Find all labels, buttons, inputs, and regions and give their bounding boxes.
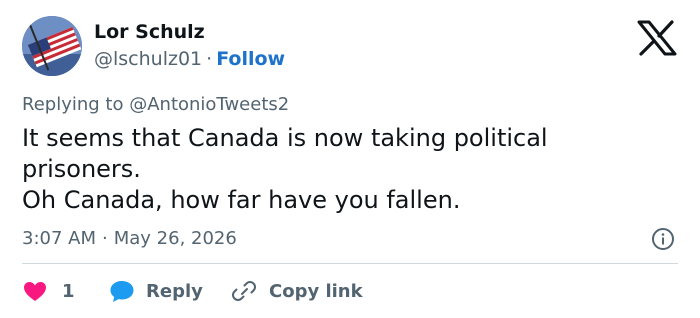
link-icon: [232, 281, 256, 301]
tweet-line: prisoners.: [22, 155, 141, 183]
reply-prefix: Replying to: [22, 94, 124, 115]
author-handle-row: @lschulz01 · Follow: [94, 48, 285, 70]
tweet-line: It seems that Canada is now taking polit…: [22, 124, 548, 152]
reply-label: Reply: [146, 280, 203, 302]
meta-separator: ·: [102, 228, 108, 249]
avatar[interactable]: [22, 16, 82, 76]
author-name[interactable]: Lor Schulz: [94, 21, 205, 43]
reply-button[interactable]: Reply: [109, 276, 203, 306]
divider: [22, 263, 678, 264]
info-icon[interactable]: [651, 227, 675, 251]
copy-link-button[interactable]: Copy link: [231, 276, 363, 306]
author-handle[interactable]: @lschulz01: [94, 48, 202, 70]
speech-bubble-icon: [110, 281, 134, 302]
like-button[interactable]: 1: [22, 276, 75, 306]
tweet-date: May 26, 2026: [113, 228, 237, 249]
tweet-timestamp[interactable]: 3:07 AM · May 26, 2026: [22, 228, 237, 249]
action-bar: 1 Reply Copy link: [22, 276, 682, 306]
heart-icon: [24, 282, 46, 301]
like-count: 1: [62, 280, 75, 302]
reply-context: Replying to @AntonioTweets2: [22, 94, 289, 115]
tweet-time: 3:07 AM: [22, 228, 96, 249]
copy-link-label: Copy link: [269, 280, 363, 302]
avatar-flag-image: [22, 16, 82, 76]
tweet-text: It seems that Canada is now taking polit…: [22, 123, 672, 216]
tweet-line: Oh Canada, how far have you fallen.: [22, 186, 461, 214]
follow-button[interactable]: Follow: [216, 48, 285, 70]
x-logo-icon[interactable]: [636, 20, 678, 56]
reply-target-link[interactable]: @AntonioTweets2: [129, 94, 289, 115]
handle-separator: ·: [206, 48, 213, 70]
